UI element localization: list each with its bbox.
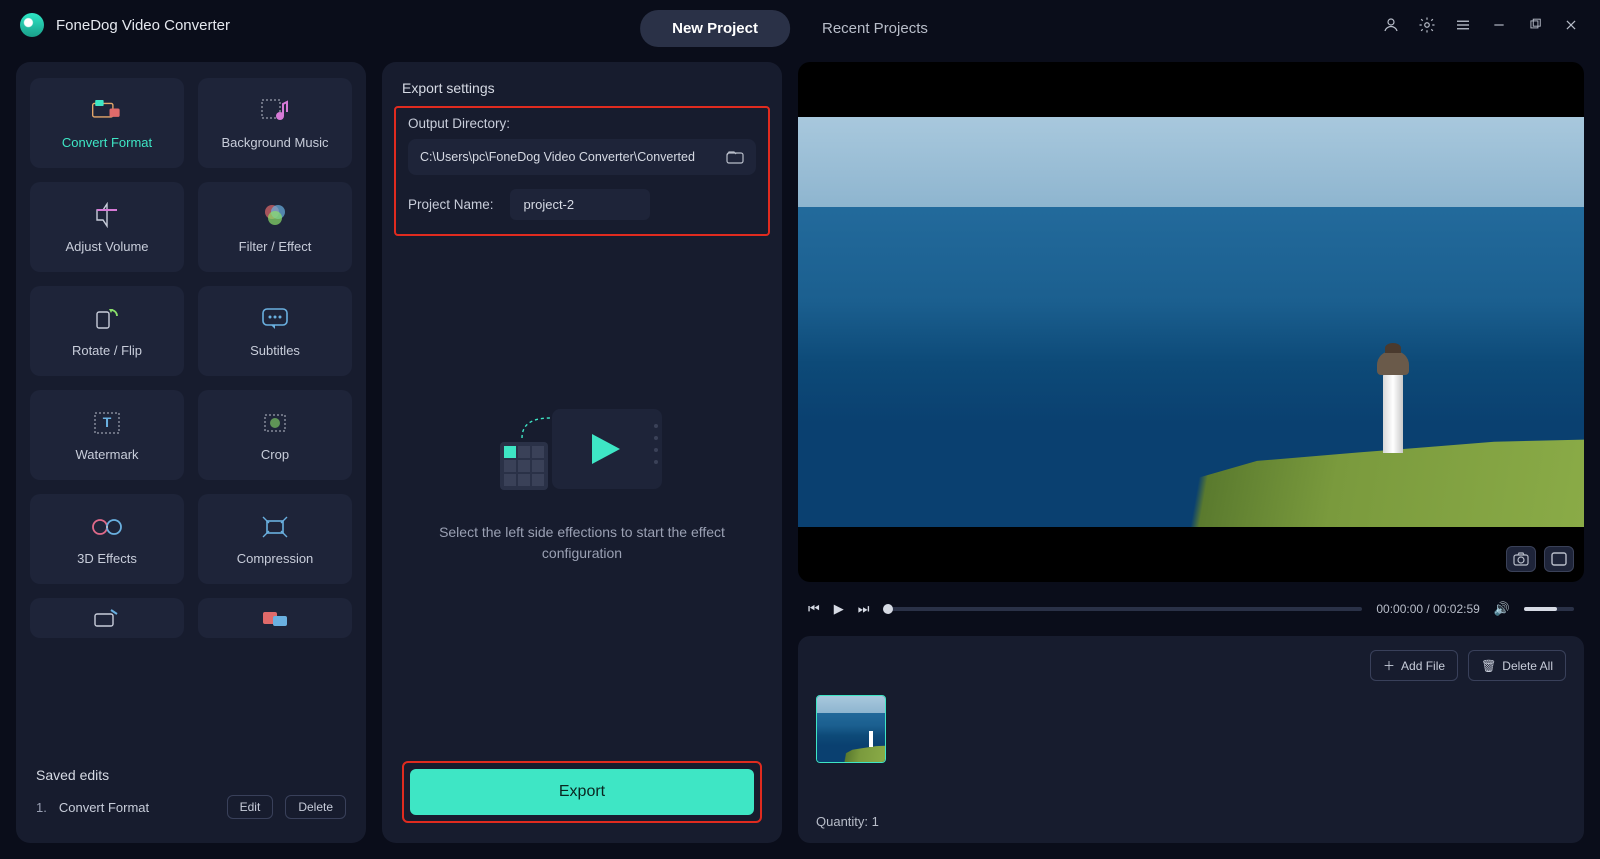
saved-edit-name: Convert Format [59,800,215,815]
tool-rotate-flip[interactable]: Rotate / Flip [30,286,184,376]
compression-icon [259,513,291,541]
tool-label: 3D Effects [77,551,137,566]
minimize-icon[interactable] [1490,16,1508,34]
project-name-input[interactable] [510,189,650,220]
tab-recent-projects[interactable]: Recent Projects [790,10,960,47]
crop-icon [259,409,291,437]
extra-icon-2 [259,604,291,632]
tool-convert-format[interactable]: Convert Format [30,78,184,168]
app-logo-icon [20,13,44,37]
tool-extra-1[interactable] [30,598,184,638]
video-preview [798,62,1584,582]
close-icon[interactable] [1562,16,1580,34]
fullscreen-icon[interactable] [1544,546,1574,572]
tool-grid: Convert Format Background Music Adjust V… [16,62,366,749]
extra-icon-1 [91,604,123,632]
export-button-highlight: Export [402,761,762,823]
background-music-icon [259,97,291,125]
tool-label: Convert Format [62,135,152,150]
tool-label: Rotate / Flip [72,343,142,358]
output-directory-value: C:\Users\pc\FoneDog Video Converter\Conv… [420,150,695,164]
placeholder-graphic-icon [492,394,672,504]
menu-icon[interactable] [1454,16,1472,34]
filter-effect-icon [259,201,291,229]
subtitles-icon [259,305,291,333]
tool-label: Background Music [222,135,329,150]
play-icon[interactable]: ▶ [834,601,844,617]
playback-bar: ⏮ ▶ ⏭ 00:00:00 / 00:02:59 🔊 [798,596,1584,622]
tool-label: Watermark [75,447,138,462]
edit-button[interactable]: Edit [227,795,274,819]
browse-folder-icon[interactable] [726,149,744,165]
settings-icon[interactable] [1418,16,1436,34]
tab-new-project[interactable]: New Project [640,10,790,47]
export-settings-title: Export settings [402,80,762,96]
tool-label: Crop [261,447,289,462]
delete-button[interactable]: Delete [285,795,346,819]
effect-placeholder: Select the left side effections to start… [402,236,762,761]
project-name-label: Project Name: [408,197,494,212]
maximize-icon[interactable] [1526,16,1544,34]
export-settings-highlight: Output Directory: C:\Users\pc\FoneDog Vi… [394,106,770,236]
3d-effects-icon [91,513,123,541]
quantity-label: Quantity: 1 [816,814,1566,829]
tool-watermark[interactable]: T Watermark [30,390,184,480]
output-directory-label: Output Directory: [408,116,756,131]
titlebar: FoneDog Video Converter New Project Rece… [0,0,1600,50]
tool-filter-effect[interactable]: Filter / Effect [198,182,352,272]
svg-text:T: T [103,414,112,430]
tool-label: Compression [237,551,314,566]
snapshot-icon[interactable] [1506,546,1536,572]
saved-edits-title: Saved edits [36,767,346,783]
placeholder-text: Select the left side effections to start… [432,522,732,564]
preview-frame [798,117,1584,527]
prev-icon[interactable]: ⏮ [808,601,820,617]
rotate-flip-icon [91,305,123,333]
tool-compression[interactable]: Compression [198,494,352,584]
trash-icon: 🗑 [1481,659,1496,673]
app-title: FoneDog Video Converter [56,17,230,34]
tool-background-music[interactable]: Background Music [198,78,352,168]
saved-edits-section: Saved edits 1. Convert Format Edit Delet… [16,749,366,843]
convert-format-icon [91,97,123,125]
next-icon[interactable]: ⏭ [858,601,870,617]
volume-slider[interactable] [1524,607,1574,611]
watermark-icon: T [91,409,123,437]
export-button[interactable]: Export [410,769,754,815]
tool-3d-effects[interactable]: 3D Effects [30,494,184,584]
tool-crop[interactable]: Crop [198,390,352,480]
delete-all-button[interactable]: 🗑Delete All [1468,650,1566,681]
tool-label: Adjust Volume [65,239,148,254]
file-thumbnail[interactable] [816,695,886,763]
volume-icon[interactable]: 🔊 [1494,601,1510,617]
output-directory-field[interactable]: C:\Users\pc\FoneDog Video Converter\Conv… [408,139,756,175]
playback-time: 00:00:00 / 00:02:59 [1376,602,1479,616]
tool-extra-2[interactable] [198,598,352,638]
plus-icon: ＋ [1383,657,1395,674]
tool-subtitles[interactable]: Subtitles [198,286,352,376]
seek-bar[interactable] [883,607,1362,611]
export-settings-panel: Export settings Output Directory: C:\Use… [382,62,782,843]
tools-panel: Convert Format Background Music Adjust V… [16,62,366,843]
saved-edit-num: 1. [36,800,47,815]
tool-label: Filter / Effect [239,239,312,254]
account-icon[interactable] [1382,16,1400,34]
tool-label: Subtitles [250,343,300,358]
window-controls [1382,16,1580,34]
top-tabs: New Project Recent Projects [640,10,960,47]
add-file-button[interactable]: ＋Add File [1370,650,1458,681]
preview-column: ⏮ ▶ ⏭ 00:00:00 / 00:02:59 🔊 ＋Add File 🗑D… [798,62,1584,843]
files-panel: ＋Add File 🗑Delete All Quantity: 1 [798,636,1584,843]
saved-edit-row: 1. Convert Format Edit Delete [36,795,346,819]
adjust-volume-icon [91,201,123,229]
tool-adjust-volume[interactable]: Adjust Volume [30,182,184,272]
file-thumbnails [816,695,1566,806]
